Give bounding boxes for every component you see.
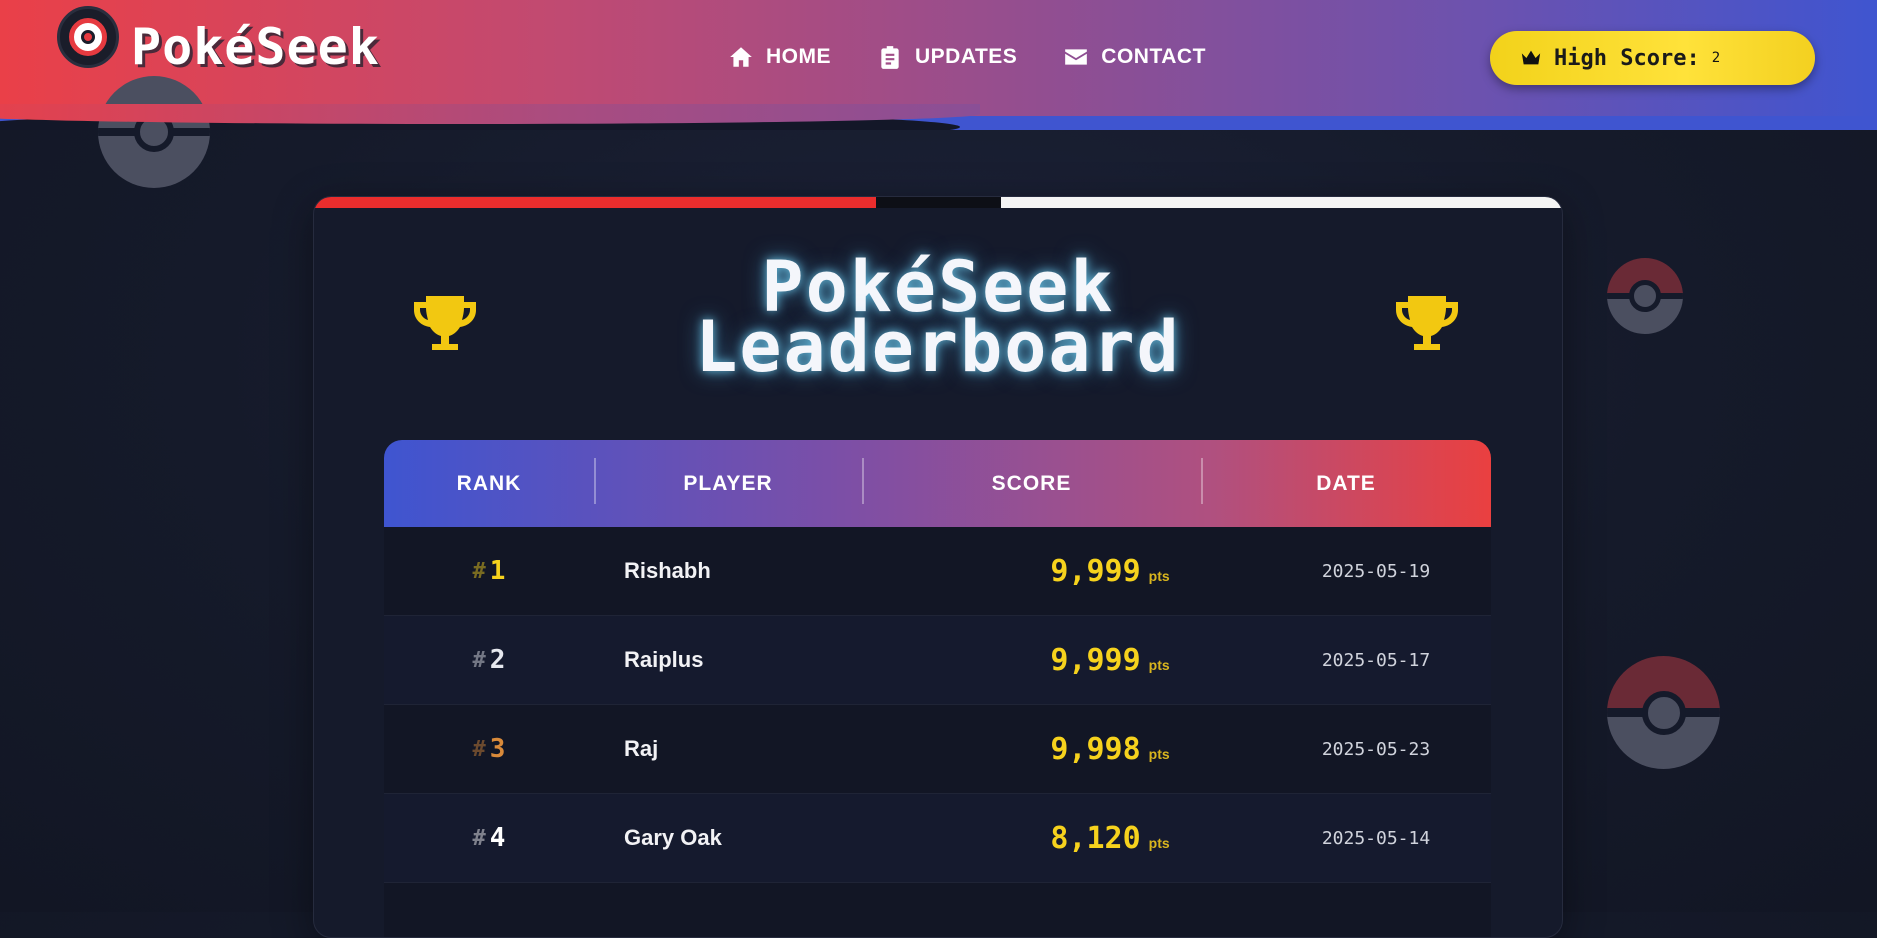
page-title: PokéSeek Leaderboard [314,252,1562,388]
pokeball-decoration-icon [1607,258,1683,334]
high-score-badge: High Score: 2 [1490,31,1815,85]
card-stripe-white [1001,197,1562,208]
pokeseek-logo-icon[interactable] [57,6,119,68]
rank-cell: # 2 [384,616,594,704]
table-row[interactable]: # 4 Gary Oak 8,120 pts 2025-05-14 [384,794,1491,883]
score-cell: 9,999 pts [959,527,1261,615]
column-header-score[interactable]: SCORE [862,472,1201,496]
high-score-value: 2 [1711,50,1721,66]
rank-hash: # [472,825,486,851]
rank-cell: # 4 [384,794,594,882]
date-cell: 2025-05-19 [1321,560,1431,582]
player-name: Rishabh [624,558,711,583]
score-unit: pts [1148,835,1170,851]
rank-cell: # 1 [384,527,594,615]
table-row[interactable]: # 1 Rishabh 9,999 pts 2025-05-19 [384,527,1491,616]
date-cell: 2025-05-23 [1321,738,1431,760]
nav-contact[interactable]: CONTACT [1063,44,1206,70]
crown-icon [1521,50,1541,65]
rank-hash: # [472,647,486,673]
card-stripe-red [314,197,876,208]
rank-hash: # [472,736,486,762]
score-value: 9,999 [1050,553,1141,589]
top-navbar: PokéSeek HOME UPDATES CONTACT High Score… [0,0,1877,130]
title-line-2: Leaderboard [695,306,1181,388]
card-stripe-black [876,197,1001,208]
column-header-rank[interactable]: RANK [384,472,594,496]
score-value: 9,999 [1050,642,1141,678]
score-value: 8,120 [1050,820,1141,856]
column-header-date[interactable]: DATE [1201,472,1491,496]
rank-number: 1 [489,556,506,586]
player-name: Raj [624,736,659,761]
date-cell: 2025-05-17 [1321,649,1431,671]
leaderboard-table: RANK PLAYER SCORE DATE # 1 Rishabh 9,999… [384,440,1491,937]
pokeball-decoration-icon [98,76,210,188]
nav-updates[interactable]: UPDATES [877,44,1017,70]
score-cell: 8,120 pts [959,794,1261,882]
column-header-player[interactable]: PLAYER [594,472,862,496]
main-nav: HOME UPDATES CONTACT [728,44,1252,70]
table-header: RANK PLAYER SCORE DATE [384,440,1491,527]
player-name: Gary Oak [624,825,722,850]
high-score-label: High Score: [1554,45,1700,71]
rank-number: 4 [489,823,506,853]
clipboard-icon [881,46,899,69]
score-unit: pts [1148,657,1170,673]
score-cell: 9,999 pts [959,616,1261,704]
envelope-icon [1065,49,1088,65]
home-icon [730,47,752,67]
rank-number: 3 [489,734,506,764]
score-cell: 9,998 pts [959,705,1261,793]
date-cell: 2025-05-14 [1321,827,1431,849]
score-unit: pts [1148,746,1170,762]
table-row[interactable] [384,883,1491,937]
pokeball-decoration-icon [1607,656,1720,769]
nav-home[interactable]: HOME [728,44,831,70]
nav-updates-label: UPDATES [915,45,1018,68]
score-unit: pts [1148,568,1170,584]
rank-cell: # 3 [384,705,594,793]
brand-name[interactable]: PokéSeek [131,18,380,76]
rank-number: 2 [489,645,506,675]
table-row[interactable]: # 3 Raj 9,998 pts 2025-05-23 [384,705,1491,794]
nav-contact-label: CONTACT [1101,45,1206,68]
leaderboard-card: PokéSeek Leaderboard RANK PLAYER SCORE D… [313,196,1563,938]
score-value: 9,998 [1050,731,1141,767]
rank-hash: # [472,558,486,584]
player-name: Raiplus [624,647,704,672]
nav-home-label: HOME [766,45,831,68]
table-row[interactable]: # 2 Raiplus 9,999 pts 2025-05-17 [384,616,1491,705]
